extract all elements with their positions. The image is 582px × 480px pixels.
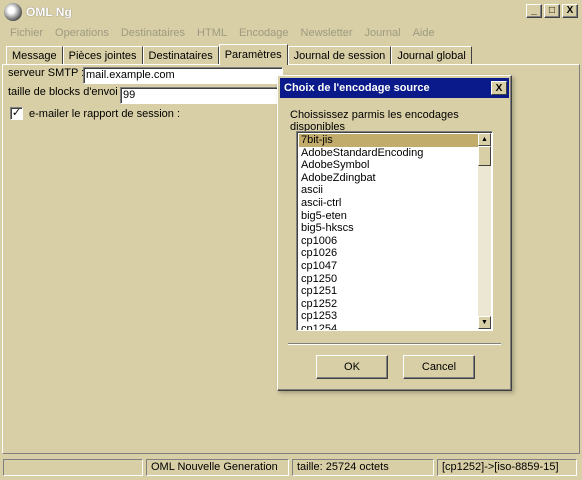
menu-bar: Fichier Operations Destinataires HTML En… — [0, 24, 582, 42]
encoding-listbox[interactable]: 7bit-jis AdobeStandardEncoding AdobeSymb… — [296, 131, 493, 331]
list-item[interactable]: cp1254 — [299, 323, 479, 330]
vertical-scrollbar[interactable]: ▲ ▼ — [478, 133, 491, 329]
block-size-label: taille de blocks d'envoi : — [8, 86, 124, 98]
tab-message[interactable]: Message — [6, 46, 63, 65]
tab-pieces-jointes[interactable]: Pièces jointes — [62, 46, 143, 65]
menu-operations[interactable]: Operations — [55, 27, 109, 39]
dialog-title: Choix de l'encodage source — [284, 82, 430, 94]
list-item[interactable]: big5-eten — [299, 210, 479, 223]
dialog-title-bar: Choix de l'encodage source X — [280, 78, 509, 98]
encoding-list: 7bit-jis AdobeStandardEncoding AdobeSymb… — [299, 134, 479, 330]
dialog-separator — [288, 343, 501, 345]
smtp-input[interactable]: mail.example.com — [83, 67, 283, 84]
menu-newsletter[interactable]: Newsletter — [301, 27, 353, 39]
list-item[interactable]: ascii — [299, 184, 479, 197]
list-item[interactable]: big5-hkscs — [299, 222, 479, 235]
menu-encodage[interactable]: Encodage — [239, 27, 289, 39]
scroll-thumb[interactable] — [478, 146, 491, 166]
close-button[interactable]: X — [562, 4, 578, 18]
ok-button[interactable]: OK — [316, 355, 388, 379]
smtp-row: serveur SMTP : — [8, 67, 84, 79]
list-item[interactable]: 7bit-jis — [299, 134, 479, 147]
menu-destinataires[interactable]: Destinataires — [121, 27, 185, 39]
list-item[interactable]: AdobeZdingbat — [299, 172, 479, 185]
block-size-input[interactable]: 99 — [120, 87, 283, 104]
list-item[interactable]: cp1250 — [299, 273, 479, 286]
cancel-button[interactable]: Cancel — [403, 355, 475, 379]
list-item[interactable]: cp1253 — [299, 310, 479, 323]
status-bar: OML Nouvelle Generation taille: 25724 oc… — [0, 457, 582, 477]
list-item[interactable]: ascii-ctrl — [299, 197, 479, 210]
minimize-button[interactable]: _ — [526, 4, 542, 18]
list-item[interactable]: AdobeStandardEncoding — [299, 147, 479, 160]
list-item[interactable]: cp1252 — [299, 298, 479, 311]
status-encoding: [cp1252]->[iso-8859-15] — [437, 458, 577, 476]
window-title: OML Ng — [26, 5, 72, 19]
dialog-close-button[interactable]: X — [491, 81, 507, 95]
status-app-name: OML Nouvelle Generation — [146, 458, 289, 476]
block-size-row: taille de blocks d'envoi : — [8, 86, 124, 98]
list-item[interactable]: cp1006 — [299, 235, 479, 248]
dialog-prompt: Choississez parmis les encodages disponi… — [290, 109, 459, 133]
tab-strip: Message Pièces jointes Destinataires Par… — [6, 44, 472, 65]
tab-destinataires[interactable]: Destinataires — [142, 46, 219, 65]
email-report-checkbox[interactable]: ✓ — [10, 107, 23, 120]
status-empty — [3, 458, 143, 476]
menu-html[interactable]: HTML — [197, 27, 227, 39]
list-item[interactable]: cp1026 — [299, 247, 479, 260]
menu-journal[interactable]: Journal — [365, 27, 401, 39]
scroll-up-icon[interactable]: ▲ — [478, 133, 491, 146]
tab-journal-de-session[interactable]: Journal de session — [287, 46, 392, 65]
list-item[interactable]: cp1047 — [299, 260, 479, 273]
list-item[interactable]: cp1251 — [299, 285, 479, 298]
smtp-label: serveur SMTP : — [8, 67, 85, 79]
scroll-down-icon[interactable]: ▼ — [478, 316, 491, 329]
email-report-label: e-mailer le rapport de session : — [29, 107, 181, 120]
menu-aide[interactable]: Aide — [413, 27, 435, 39]
tab-parametres[interactable]: Paramètres — [218, 44, 288, 65]
window-controls: _ □ X — [526, 4, 578, 18]
tab-journal-global[interactable]: Journal global — [391, 46, 472, 65]
title-bar: OML Ng _ □ X — [0, 0, 582, 24]
app-icon[interactable] — [4, 3, 22, 21]
menu-fichier[interactable]: Fichier — [10, 27, 43, 39]
list-item[interactable]: AdobeSymbol — [299, 159, 479, 172]
encoding-dialog: Choix de l'encodage source X Choississez… — [277, 75, 512, 391]
email-report-row: ✓ e-mailer le rapport de session : — [10, 107, 180, 120]
status-size: taille: 25724 octets — [292, 458, 434, 476]
maximize-button[interactable]: □ — [544, 4, 560, 18]
